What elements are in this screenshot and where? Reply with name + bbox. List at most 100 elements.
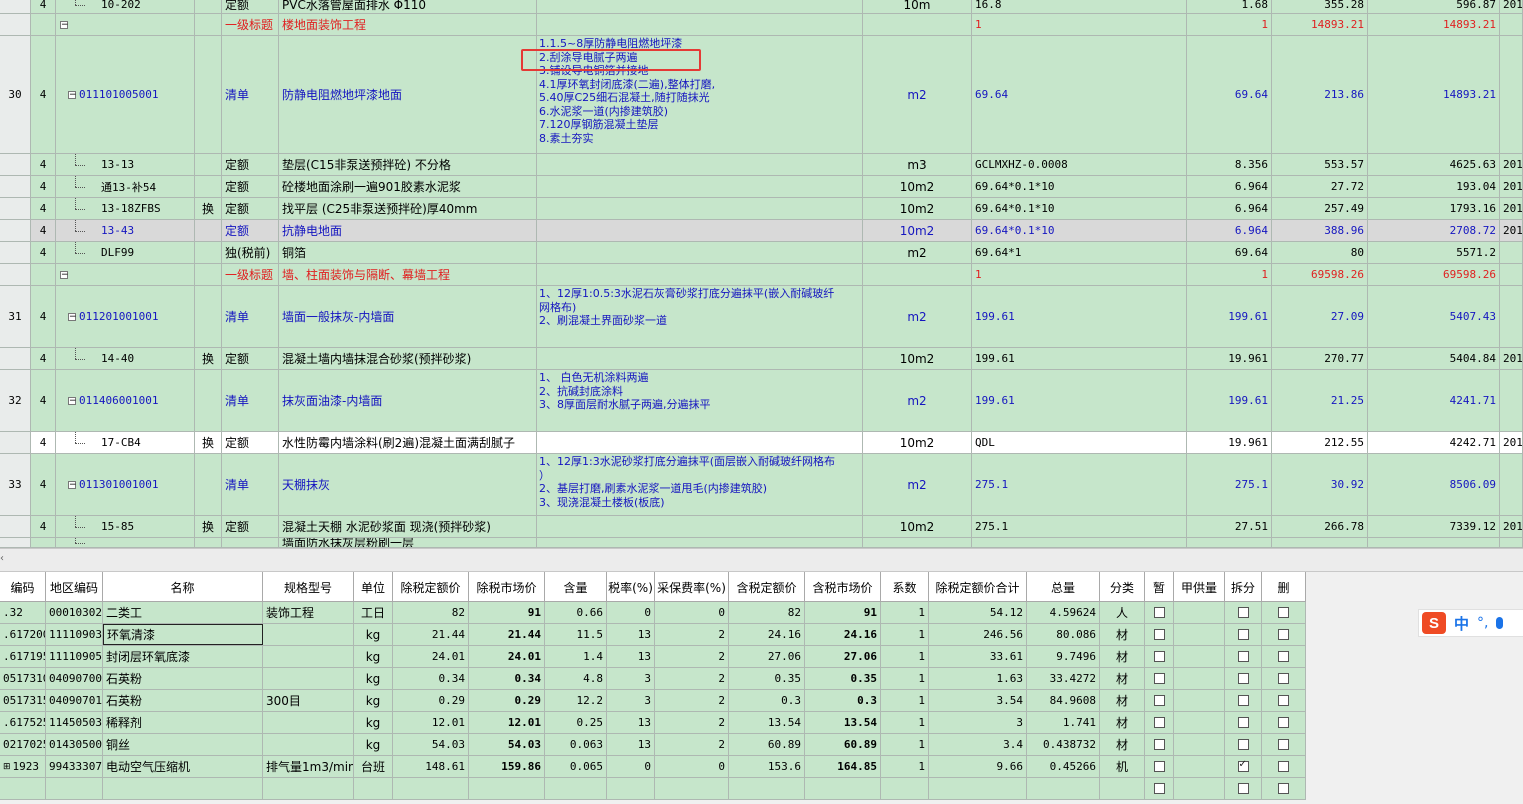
resource-spec-cell[interactable] bbox=[263, 668, 354, 689]
section-header-row[interactable]: − 一级标题 楼地面装饰工程 1 1 14893.21 14893.21 bbox=[0, 14, 1523, 36]
level-cell[interactable]: 4 bbox=[31, 154, 56, 175]
level-cell[interactable]: 4 bbox=[31, 0, 56, 13]
unit-price-cell[interactable]: 21.25 bbox=[1272, 370, 1368, 431]
level-cell[interactable]: 4 bbox=[31, 286, 56, 347]
provisional-checkbox[interactable] bbox=[1153, 761, 1165, 772]
resource-spec-cell[interactable]: 装饰工程 bbox=[263, 602, 354, 623]
code-cell[interactable]: 17-CB4 bbox=[56, 432, 195, 453]
resource-p2-cell[interactable]: 91 bbox=[469, 602, 545, 623]
total-cell[interactable]: 5407.43 bbox=[1368, 286, 1500, 347]
total-cell[interactable]: 2708.72 bbox=[1368, 220, 1500, 241]
ime-toolbar[interactable]: S 中 °, bbox=[1418, 609, 1523, 637]
unit-cell[interactable] bbox=[863, 14, 972, 35]
resource-split-cell[interactable] bbox=[1225, 778, 1262, 799]
year-cell[interactable]: 2014 bbox=[1500, 198, 1523, 219]
code-cell[interactable]: 通13-补54 bbox=[56, 176, 195, 197]
resource-cls-cell[interactable]: 材 bbox=[1100, 624, 1145, 645]
column-header[interactable]: 规格型号 bbox=[263, 572, 354, 602]
resource-supply-cell[interactable] bbox=[1174, 712, 1225, 733]
resource-tax-cell[interactable]: 0 bbox=[607, 602, 655, 623]
resource-cls-cell[interactable]: 材 bbox=[1100, 734, 1145, 755]
swap-cell[interactable] bbox=[195, 176, 222, 197]
resource-unit-cell[interactable]: 台班 bbox=[354, 756, 393, 777]
feature-cell[interactable] bbox=[537, 154, 863, 175]
resource-p3-cell[interactable]: 153.6 bbox=[729, 756, 805, 777]
resource-p1-cell[interactable]: 0.34 bbox=[393, 668, 469, 689]
column-header[interactable]: 除税市场价 bbox=[469, 572, 545, 602]
unit-price-cell[interactable]: 80 bbox=[1272, 242, 1368, 263]
total-cell[interactable] bbox=[1368, 538, 1500, 547]
resource-unit-cell[interactable]: kg bbox=[354, 646, 393, 667]
row-number-cell[interactable] bbox=[0, 0, 31, 13]
resource-total-cell[interactable]: 80.086 bbox=[1027, 624, 1100, 645]
row-number-cell[interactable] bbox=[0, 348, 31, 369]
resource-coef-cell[interactable]: 1 bbox=[881, 756, 929, 777]
row-number-cell[interactable]: 33 bbox=[0, 454, 31, 515]
type-cell[interactable]: 清单 bbox=[222, 36, 279, 153]
resource-split-cell[interactable] bbox=[1225, 668, 1262, 689]
quantity-cell[interactable]: 6.964 bbox=[1187, 176, 1272, 197]
resource-code-cell[interactable]: ⊞ 1923 bbox=[0, 756, 46, 777]
total-cell[interactable]: 4241.71 bbox=[1368, 370, 1500, 431]
level-cell[interactable]: 4 bbox=[31, 516, 56, 537]
type-cell[interactable]: 清单 bbox=[222, 454, 279, 515]
resource-supply-cell[interactable] bbox=[1174, 624, 1225, 645]
level-cell[interactable]: 4 bbox=[31, 370, 56, 431]
swap-cell[interactable] bbox=[195, 370, 222, 431]
resource-p3-cell[interactable]: 27.06 bbox=[729, 646, 805, 667]
resource-spec-cell[interactable] bbox=[263, 624, 354, 645]
name-cell[interactable]: 墙、柱面装饰与隔断、幕墙工程 bbox=[279, 264, 537, 285]
sogou-logo-icon[interactable]: S bbox=[1422, 612, 1446, 634]
quota-row[interactable]: 墙面防水抹灰层粉刷一层 bbox=[0, 538, 1523, 548]
resource-total-cell[interactable] bbox=[1027, 778, 1100, 799]
year-cell[interactable] bbox=[1500, 36, 1523, 153]
resource-fee-cell[interactable]: 0 bbox=[655, 756, 729, 777]
split-checkbox[interactable] bbox=[1237, 739, 1249, 750]
unit-price-cell[interactable]: 213.86 bbox=[1272, 36, 1368, 153]
type-cell[interactable]: 定额 bbox=[222, 220, 279, 241]
type-cell[interactable]: 一级标题 bbox=[222, 14, 279, 35]
delete-checkbox[interactable] bbox=[1278, 739, 1289, 750]
resource-tmp-cell[interactable] bbox=[1145, 602, 1174, 623]
column-header[interactable]: 税率(%) bbox=[607, 572, 655, 602]
expression-cell[interactable]: 199.61 bbox=[972, 348, 1187, 369]
resource-supply-cell[interactable] bbox=[1174, 756, 1225, 777]
provisional-checkbox[interactable] bbox=[1153, 783, 1165, 794]
resource-split-cell[interactable] bbox=[1225, 734, 1262, 755]
feature-cell[interactable] bbox=[537, 220, 863, 241]
resource-tmp-cell[interactable] bbox=[1145, 712, 1174, 733]
resource-sum-cell[interactable]: 9.66 bbox=[929, 756, 1027, 777]
column-header[interactable]: 总量 bbox=[1027, 572, 1100, 602]
resource-sum-cell[interactable]: 3.4 bbox=[929, 734, 1027, 755]
feature-cell[interactable]: 1、 白色无机涂料两遍 2、抗碱封底涂料 3、8厚面层耐水腻子两遍,分遍抹平 bbox=[537, 370, 863, 431]
code-cell[interactable]: −011101005001 bbox=[56, 36, 195, 153]
swap-cell[interactable] bbox=[195, 242, 222, 263]
swap-cell[interactable] bbox=[195, 286, 222, 347]
resource-coef-cell[interactable]: 1 bbox=[881, 734, 929, 755]
resource-row[interactable]: .617195 11110905 封闭层环氧底漆 kg 24.01 24.01 1.4 13 2… bbox=[0, 646, 1306, 668]
resource-code-cell[interactable]: 0517310 bbox=[0, 668, 46, 689]
expression-cell[interactable]: 275.1 bbox=[972, 516, 1187, 537]
resource-del-cell[interactable] bbox=[1262, 734, 1306, 755]
swap-cell[interactable] bbox=[195, 36, 222, 153]
resource-spec-cell[interactable] bbox=[263, 778, 354, 799]
delete-checkbox[interactable] bbox=[1278, 607, 1289, 618]
provisional-checkbox[interactable] bbox=[1153, 717, 1165, 728]
column-header[interactable]: 地区编码 bbox=[46, 572, 103, 602]
delete-checkbox[interactable] bbox=[1278, 629, 1289, 640]
resource-total-cell[interactable]: 4.59624 bbox=[1027, 602, 1100, 623]
resource-name-cell[interactable]: 二类工 bbox=[103, 602, 263, 623]
resource-region-cell[interactable]: 11110903 bbox=[46, 624, 103, 645]
resource-unit-cell[interactable]: 工日 bbox=[354, 602, 393, 623]
row-number-cell[interactable] bbox=[0, 432, 31, 453]
resource-p4-cell[interactable]: 24.16 bbox=[805, 624, 881, 645]
quota-row[interactable]: 4 17-CB4 换定额 水性防霉内墙涂料(刷2遍)混凝土面满刮腻子 10m2 QDL 19… bbox=[0, 432, 1523, 454]
code-cell[interactable]: − bbox=[56, 14, 195, 35]
name-cell[interactable]: 混凝土墙内墙抹混合砂浆(预拌砂浆) bbox=[279, 348, 537, 369]
column-header[interactable]: 除税定额价 bbox=[393, 572, 469, 602]
split-checkbox[interactable] bbox=[1237, 695, 1249, 706]
type-cell[interactable]: 定额 bbox=[222, 198, 279, 219]
bill-items-grid[interactable]: 4 10-202 定额 PVC水落管屋面排水 Φ110 10m 16.8 1.68 355.2… bbox=[0, 0, 1523, 548]
expression-cell[interactable]: 199.61 bbox=[972, 286, 1187, 347]
resource-p4-cell[interactable]: 27.06 bbox=[805, 646, 881, 667]
